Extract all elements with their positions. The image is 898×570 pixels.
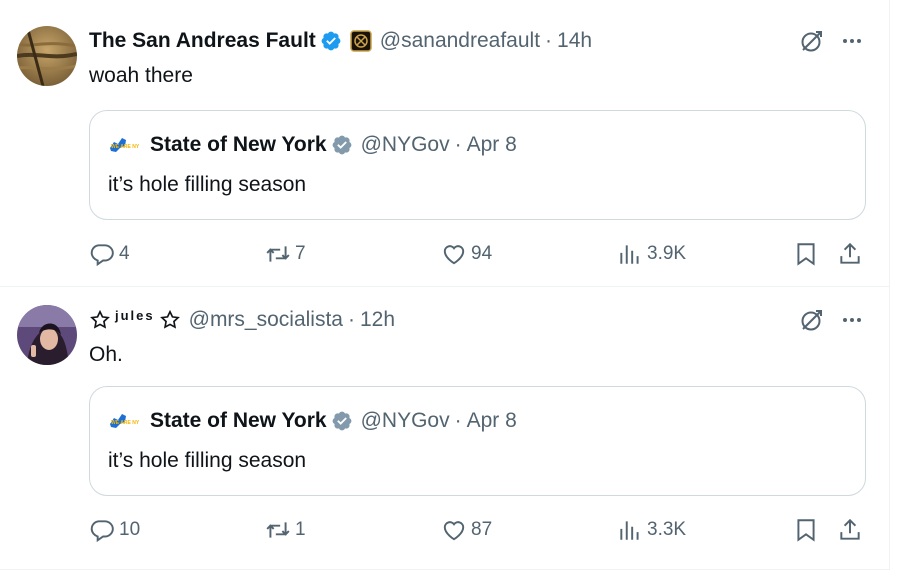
logo-text: WE ARE NY — [111, 420, 140, 426]
reply-icon — [90, 244, 114, 267]
quote-tweet[interactable]: WE ARE NY State of New York @NYGov · Apr… — [89, 110, 866, 220]
grok-icon[interactable] — [799, 28, 825, 54]
views-icon — [620, 245, 639, 264]
bookmark-icon — [797, 243, 815, 266]
timeline-border — [889, 0, 890, 570]
separator: · — [347, 308, 355, 331]
reply-count: 4 — [119, 243, 130, 264]
like-button[interactable]: 87 — [441, 515, 492, 545]
views-count: 3.9K — [647, 243, 687, 264]
star-icon — [159, 309, 180, 329]
handle[interactable]: @sanandreafault — [380, 29, 540, 53]
action-bar: 10 1 87 3.3K — [89, 515, 869, 545]
timestamp[interactable]: 12h — [360, 308, 395, 332]
quote-text: it’s hole filling season — [108, 173, 307, 196]
quote-header: WE ARE NY State of New York @NYGov · Apr… — [108, 133, 517, 157]
separator: · — [545, 29, 553, 52]
affiliate-badge-icon[interactable] — [350, 30, 372, 52]
tweet[interactable]: The San Andreas Fault @sanandreafault · … — [0, 0, 889, 287]
tweet-text: Oh. — [89, 343, 123, 366]
verified-gray-badge-icon[interactable] — [331, 134, 353, 156]
repost-icon — [266, 246, 290, 262]
separator: · — [454, 133, 462, 156]
repost-count: 7 — [295, 243, 306, 264]
tweet-header: jules @mrs_socialista · 12h — [89, 307, 395, 333]
share-icon — [840, 242, 860, 264]
handle[interactable]: @mrs_socialista — [189, 308, 343, 332]
reply-button[interactable]: 4 — [89, 239, 130, 269]
quote-tweet[interactable]: WE ARE NY State of New York @NYGov · Apr… — [89, 386, 866, 496]
we-are-ny-logo: WE ARE NY — [110, 414, 140, 428]
verified-gray-badge-icon[interactable] — [331, 410, 353, 432]
share-icon — [840, 518, 860, 540]
bookmark-button[interactable] — [793, 515, 819, 545]
star-icon — [90, 309, 110, 329]
heart-icon — [443, 245, 465, 265]
separator: · — [454, 409, 462, 432]
share-button[interactable] — [837, 239, 863, 269]
more-icon[interactable] — [839, 307, 865, 333]
quote-handle[interactable]: @NYGov — [361, 409, 450, 433]
we-are-ny-logo: WE ARE NY — [110, 138, 140, 152]
views-icon — [620, 521, 639, 540]
timestamp[interactable]: 14h — [557, 29, 592, 53]
quote-timestamp[interactable]: Apr 8 — [467, 133, 517, 157]
more-icon[interactable] — [839, 28, 865, 54]
display-name[interactable]: jules — [89, 307, 181, 331]
quote-display-name[interactable]: State of New York — [150, 409, 327, 433]
repost-button[interactable]: 1 — [265, 515, 306, 545]
quote-header: WE ARE NY State of New York @NYGov · Apr… — [108, 409, 517, 433]
avatar[interactable] — [17, 305, 77, 365]
repost-count: 1 — [295, 519, 306, 540]
repost-icon — [266, 522, 290, 538]
quote-handle[interactable]: @NYGov — [361, 133, 450, 157]
tweet-header: The San Andreas Fault @sanandreafault · … — [89, 28, 592, 54]
like-button[interactable]: 94 — [441, 239, 492, 269]
tweet-text: woah there — [89, 64, 193, 87]
quote-timestamp[interactable]: Apr 8 — [467, 409, 517, 433]
views-count: 3.3K — [647, 519, 687, 540]
like-count: 94 — [471, 243, 493, 264]
reply-count: 10 — [119, 519, 141, 540]
share-button[interactable] — [837, 515, 863, 545]
reply-icon — [90, 520, 114, 543]
reply-button[interactable]: 10 — [89, 515, 140, 545]
bookmark-icon — [797, 519, 815, 542]
logo-text: WE ARE NY — [111, 144, 140, 150]
bookmark-button[interactable] — [793, 239, 819, 269]
action-bar: 4 7 94 3.9K — [89, 239, 869, 269]
repost-button[interactable]: 7 — [265, 239, 306, 269]
display-name[interactable]: The San Andreas Fault — [89, 29, 316, 53]
heart-icon — [443, 521, 465, 541]
avatar[interactable] — [17, 26, 77, 86]
grok-icon[interactable] — [799, 307, 825, 333]
views-button[interactable]: 3.9K — [617, 239, 686, 269]
display-name-text: jules — [115, 307, 155, 323]
tweet[interactable]: jules @mrs_socialista · 12h Oh. WE ARE N… — [0, 287, 889, 570]
verified-badge-icon[interactable] — [320, 30, 342, 52]
views-button[interactable]: 3.3K — [617, 515, 686, 545]
quote-text: it’s hole filling season — [108, 449, 307, 472]
quote-display-name[interactable]: State of New York — [150, 133, 327, 157]
like-count: 87 — [471, 519, 493, 540]
